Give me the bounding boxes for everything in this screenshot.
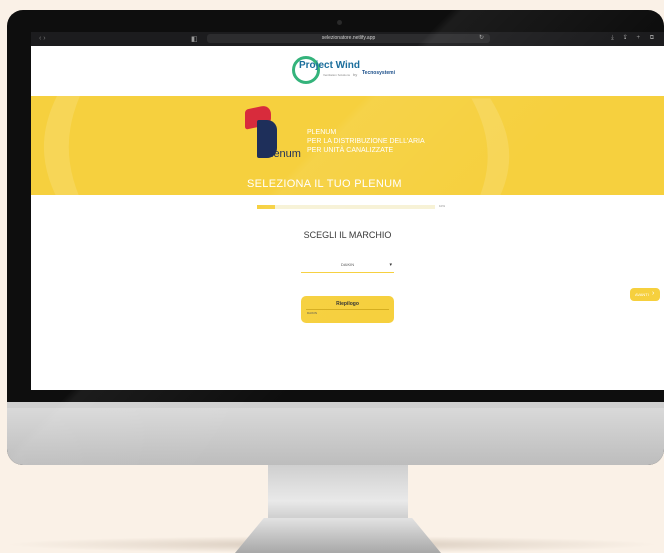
banner-subheading: PER LA DISTRIBUZIONE DELL'ARIA — [307, 138, 425, 145]
project-wind-tagline: Ventilation Solutions — [323, 73, 351, 77]
browser-toolbar: ‹ › ◧ selezionatore.netlify.app ↻ ⤓ ⇪ + … — [31, 32, 664, 46]
watermark-shape: ) — [461, 96, 521, 195]
chevron-right-icon: › — [652, 290, 655, 297]
back-forward-icons[interactable]: ‹ › — [39, 35, 46, 42]
tecnosystemi-logo: Tecnosystemi — [362, 70, 395, 76]
monitor-stand-neck — [268, 465, 408, 525]
site-header — [31, 46, 664, 96]
by-text: by — [353, 72, 358, 77]
address-bar[interactable]: selezionatore.netlify.app ↻ — [207, 34, 490, 43]
watermark-shape: ( — [31, 96, 100, 195]
screen: ‹ › ◧ selezionatore.netlify.app ↻ ⤓ ⇪ + … — [31, 32, 664, 390]
summary-divider — [306, 309, 389, 310]
banner-subheading: PER UNITÀ CANALIZZATE — [307, 147, 394, 154]
brand-select[interactable]: DAIKIN ▾ — [301, 261, 394, 273]
banner-cta-text: SELEZIONA IL TUO PLENUM — [247, 178, 402, 190]
reload-icon[interactable]: ↻ — [479, 34, 484, 43]
brand-select-value: DAIKIN — [340, 262, 355, 267]
monitor-stand-foot — [235, 518, 441, 553]
banner-heading: PLENUM — [307, 129, 337, 136]
sidebar-toggle-icon[interactable]: ◧ — [191, 35, 198, 43]
next-button-label: AVANTI — [635, 292, 649, 297]
monitor-chin — [7, 408, 664, 465]
progress-fill — [257, 205, 275, 209]
summary-card: Riepilogo DAIKIN — [301, 296, 394, 323]
summary-item: DAIKIN — [307, 311, 318, 315]
plenum-logo-text: lenum — [271, 148, 301, 160]
summary-title: Riepilogo — [336, 301, 359, 307]
step-title: SCEGLI IL MARCHIO — [303, 230, 392, 240]
camera-icon — [337, 20, 342, 25]
progress-label: 10% — [439, 204, 446, 208]
chevron-down-icon: ▾ — [389, 262, 392, 268]
progress-bar — [257, 205, 435, 209]
imac-monitor: ‹ › ◧ selezionatore.netlify.app ↻ ⤓ ⇪ + … — [7, 10, 664, 465]
url-text: selezionatore.netlify.app — [321, 35, 376, 41]
next-button[interactable]: AVANTI › — [630, 288, 660, 301]
project-wind-logo-text: Project Wind — [299, 60, 361, 71]
browser-tool-icons[interactable]: ⤓ ⇪ + ⧉ — [611, 35, 658, 42]
